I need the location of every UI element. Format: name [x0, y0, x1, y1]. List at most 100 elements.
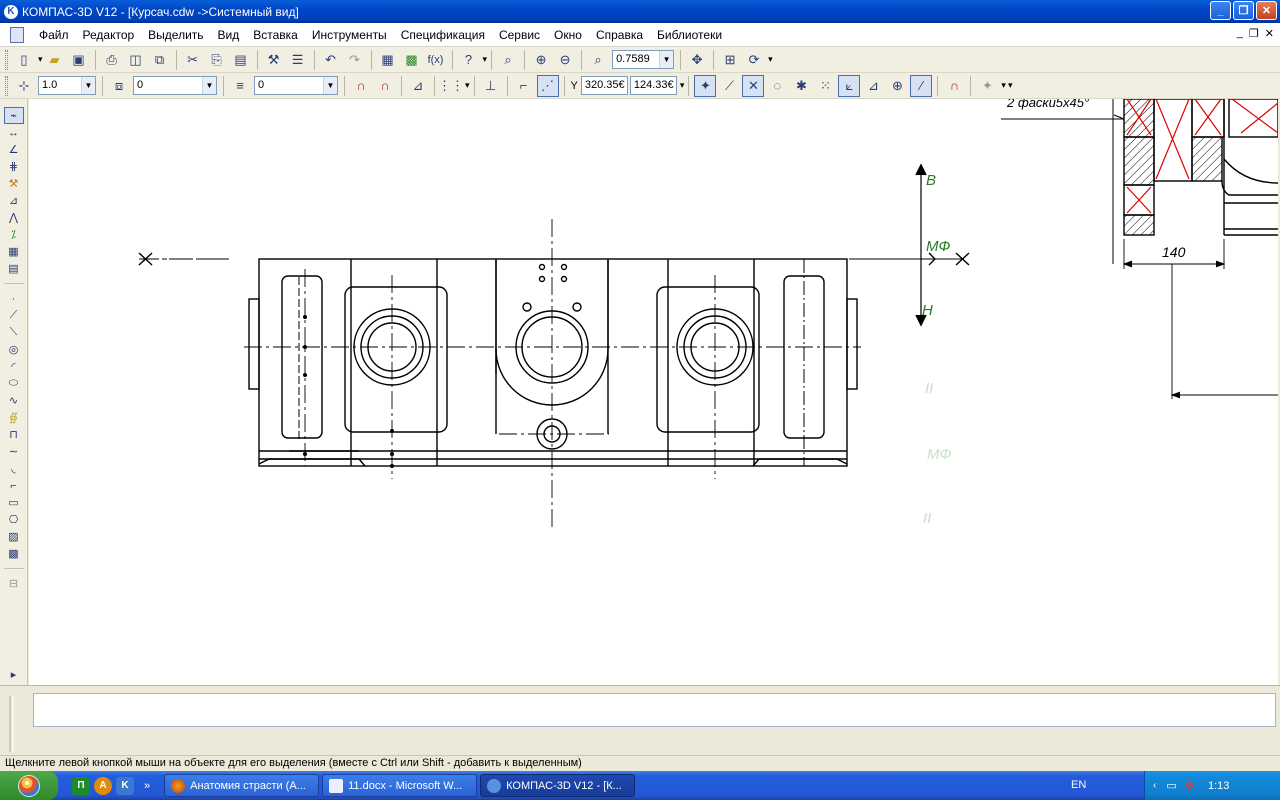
geometry-panel-icon[interactable]: ⌁: [3, 107, 24, 124]
print-preview-icon[interactable]: ◫: [125, 49, 147, 71]
measure-panel-icon[interactable]: ⊿: [4, 192, 24, 209]
snap-midpoint-icon[interactable]: ⊿: [862, 75, 884, 97]
help-pointer-icon[interactable]: ?: [458, 49, 480, 71]
ellipse-icon[interactable]: ⬭: [4, 375, 24, 392]
bezier-icon[interactable]: ∿: [4, 392, 24, 409]
circle-icon[interactable]: ◎: [4, 341, 24, 358]
round-coords-icon[interactable]: ⋰: [536, 74, 559, 97]
properties-icon[interactable]: ☰: [287, 49, 309, 71]
snap-options-icon[interactable]: ✦: [976, 75, 998, 97]
panel-more-icon[interactable]: ▸: [4, 666, 24, 683]
doc-minimize-icon[interactable]: _: [1237, 27, 1243, 40]
task-firefox[interactable]: Анатомия страсти (А...: [164, 774, 320, 797]
menu-libraries[interactable]: Библиотеки: [650, 28, 729, 42]
print-icon[interactable]: ⎙: [101, 49, 123, 71]
style-combo[interactable]: 0 ▼: [254, 76, 338, 95]
polyline-icon[interactable]: ⊓: [4, 426, 24, 443]
point-icon[interactable]: ·: [4, 290, 24, 307]
cursor-step-icon[interactable]: ⊹: [13, 75, 35, 97]
copy-icon[interactable]: ⎘: [206, 49, 228, 71]
task-word[interactable]: 11.docx - Microsoft W...: [322, 774, 478, 797]
drawing-canvas[interactable]: В МФ Н II МФ II 2 фаски5х45° 140: [29, 99, 1278, 685]
housing-front-view[interactable]: [248, 258, 858, 467]
chamfer-icon[interactable]: ⌐: [4, 477, 24, 494]
hatch-icon[interactable]: ▨: [4, 528, 24, 545]
stop-icon[interactable]: ⊟: [4, 575, 24, 592]
arc-icon[interactable]: ◜: [4, 358, 24, 375]
start-button[interactable]: [0, 771, 58, 800]
select-panel-icon[interactable]: ⋀: [4, 209, 24, 226]
ortho-mode-icon[interactable]: ⌐: [513, 75, 535, 97]
menu-specification[interactable]: Спецификация: [394, 28, 492, 42]
menu-edit[interactable]: Редактор: [76, 28, 142, 42]
snap-nearest-icon[interactable]: ✦: [694, 74, 717, 97]
menu-service[interactable]: Сервис: [492, 28, 547, 42]
menu-file[interactable]: Файл: [32, 28, 76, 42]
cursor-step-combo[interactable]: 1.0 ▼: [38, 76, 96, 95]
fillet-icon[interactable]: ◟: [4, 460, 24, 477]
save-icon[interactable]: ▣: [68, 49, 90, 71]
ql-more-icon[interactable]: »: [144, 780, 150, 792]
rebuild-icon[interactable]: ⊞: [719, 49, 741, 71]
open-folder-icon[interactable]: ▰: [44, 49, 66, 71]
undo-icon[interactable]: ↶: [320, 49, 342, 71]
task-kompas[interactable]: КОМПАС-3D V12 - [К...: [480, 774, 636, 797]
format-brush-icon[interactable]: ⚒: [263, 49, 285, 71]
layers-icon[interactable]: ≡: [229, 75, 251, 97]
ortho-icon[interactable]: ⊿: [407, 75, 429, 97]
clock[interactable]: 1:13: [1208, 780, 1229, 792]
dimensions-panel-icon[interactable]: ↔: [4, 124, 24, 141]
coords-more-icon[interactable]: ▾: [680, 80, 685, 91]
zoom-scale-combo[interactable]: 0.7589 ▼: [612, 50, 675, 69]
chevron-down-icon[interactable]: ▼: [659, 51, 674, 68]
menu-insert[interactable]: Вставка: [246, 28, 305, 42]
zoom-in-icon[interactable]: ⊕: [530, 49, 552, 71]
close-button[interactable]: ✕: [1256, 1, 1277, 20]
spec-panel-icon[interactable]: ▦: [4, 243, 24, 260]
associative-views-icon[interactable]: ⁒: [4, 226, 24, 243]
rectangle-icon[interactable]: ▭: [4, 494, 24, 511]
fill-icon[interactable]: ▩: [4, 545, 24, 562]
snap-magnet-local-icon[interactable]: ∩: [374, 75, 396, 97]
snap-angle-icon[interactable]: ⟀: [838, 74, 861, 97]
document-icon[interactable]: [10, 26, 24, 43]
menu-help[interactable]: Справка: [589, 28, 650, 42]
manager-icon[interactable]: ▦: [377, 49, 399, 71]
vertical-section-arrow[interactable]: [915, 163, 927, 327]
editing-panel-icon[interactable]: ⋕: [4, 158, 24, 175]
coord-y-field[interactable]: 124.33€: [629, 76, 677, 95]
local-cs-icon[interactable]: ⊥: [480, 75, 502, 97]
new-dropdown-icon[interactable]: ▾: [38, 54, 43, 65]
language-indicator[interactable]: EN: [1071, 779, 1086, 791]
reports-panel-icon[interactable]: ▤: [4, 260, 24, 277]
designations-panel-icon[interactable]: ∠: [4, 141, 24, 158]
snap-endpoint-icon[interactable]: ⟋: [718, 75, 740, 97]
snap-center-icon[interactable]: ⊕: [886, 75, 908, 97]
restore-button[interactable]: ❐: [1233, 1, 1254, 20]
zoom-scale-icon[interactable]: ⌕: [587, 49, 609, 71]
network-icon[interactable]: ▭: [1166, 779, 1176, 792]
snap-magnet-settings-icon[interactable]: ∩: [943, 75, 965, 97]
grid-dropdown-icon[interactable]: ▾: [465, 80, 470, 91]
section-view-partial[interactable]: [1001, 99, 1278, 399]
chevron-down-icon[interactable]: ▼: [81, 77, 95, 94]
ql-kompas-icon[interactable]: K: [116, 776, 134, 795]
snap-normal-icon[interactable]: ✱: [790, 75, 812, 97]
panel-grip-icon[interactable]: [4, 694, 24, 754]
nurbs-icon[interactable]: ∯: [4, 409, 24, 426]
snap-tangent-icon[interactable]: ◌: [766, 75, 788, 97]
menu-view[interactable]: Вид: [211, 28, 247, 42]
property-panel[interactable]: [33, 693, 1276, 727]
minimize-button[interactable]: _: [1210, 1, 1231, 20]
pan-icon[interactable]: ✥: [686, 49, 708, 71]
chevron-down-icon[interactable]: ▼: [323, 77, 337, 94]
toolbar-grip[interactable]: [5, 49, 8, 70]
variables-icon[interactable]: f(x): [425, 49, 447, 71]
doc-restore-icon[interactable]: ❐: [1249, 27, 1259, 40]
tray-expand-icon[interactable]: ‹: [1153, 780, 1156, 791]
menu-window[interactable]: Окно: [547, 28, 589, 42]
zoom-out-icon[interactable]: ⊖: [554, 49, 576, 71]
layer-combo[interactable]: 0 ▼: [133, 76, 217, 95]
layer-state-icon[interactable]: ⧈: [108, 75, 130, 97]
zoom-window-icon[interactable]: ⌕: [497, 49, 519, 71]
